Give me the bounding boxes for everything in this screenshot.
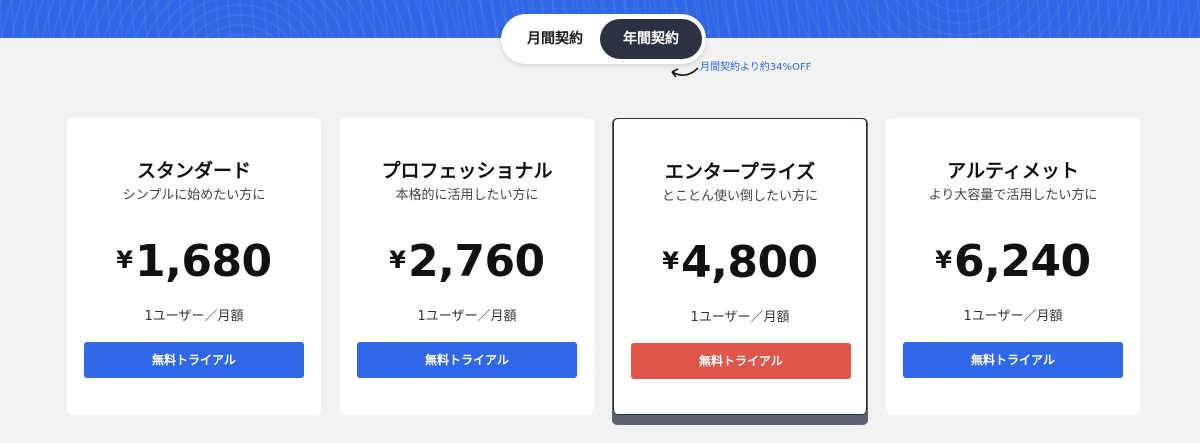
plan-card-enterprise: エンタープライズ とことん使い倒したい方に ¥4,800 1ユーザー／月額 無料… bbox=[613, 118, 867, 415]
plan-price: ¥6,240 bbox=[886, 236, 1140, 287]
price-unit: 1ユーザー／月額 bbox=[690, 310, 790, 325]
plan-description: 本格的に活用したい方に bbox=[395, 188, 539, 203]
toggle-yearly-option[interactable]: 年間契約 bbox=[600, 19, 702, 59]
plan-card-ultimate: アルティメット より大容量で活用したい方に ¥6,240 1ユーザー／月額 無料… bbox=[886, 118, 1140, 415]
price-unit: 1ユーザー／月額 bbox=[144, 309, 244, 324]
currency-symbol: ¥ bbox=[116, 246, 133, 274]
plan-description: シンプルに始めたい方に bbox=[122, 188, 266, 203]
plan-name: プロフェッショナル bbox=[381, 160, 553, 182]
plan-price: ¥4,800 bbox=[614, 237, 866, 288]
plan-description: とことん使い倒したい方に bbox=[661, 189, 818, 204]
plan-price: ¥1,680 bbox=[67, 236, 321, 287]
price-amount: 4,800 bbox=[681, 237, 818, 288]
price-amount: 1,680 bbox=[135, 236, 272, 287]
currency-symbol: ¥ bbox=[389, 246, 406, 274]
plan-card-standard: スタンダード シンプルに始めたい方に ¥1,680 1ユーザー／月額 無料トライ… bbox=[67, 118, 321, 415]
plan-name: エンタープライズ bbox=[664, 161, 816, 183]
free-trial-button[interactable]: 無料トライアル bbox=[631, 343, 851, 379]
discount-note: 月間契約より約34%OFF bbox=[700, 62, 812, 73]
curved-arrow-icon bbox=[671, 67, 699, 78]
price-unit: 1ユーザー／月額 bbox=[417, 309, 517, 324]
price-amount: 2,760 bbox=[408, 236, 545, 287]
toggle-monthly-option[interactable]: 月間契約 bbox=[507, 19, 603, 59]
free-trial-button[interactable]: 無料トライアル bbox=[903, 342, 1123, 378]
plan-card-professional: プロフェッショナル 本格的に活用したい方に ¥2,760 1ユーザー／月額 無料… bbox=[340, 118, 594, 415]
billing-toggle[interactable]: 月間契約 年間契約 bbox=[501, 14, 706, 64]
plan-name: スタンダード bbox=[136, 160, 251, 182]
free-trial-button[interactable]: 無料トライアル bbox=[357, 342, 577, 378]
plan-description: より大容量で活用したい方に bbox=[928, 188, 1098, 203]
plan-name: アルティメット bbox=[947, 160, 1079, 182]
currency-symbol: ¥ bbox=[662, 247, 679, 275]
price-unit: 1ユーザー／月額 bbox=[963, 309, 1063, 324]
free-trial-button[interactable]: 無料トライアル bbox=[84, 342, 304, 378]
plan-price: ¥2,760 bbox=[340, 236, 594, 287]
currency-symbol: ¥ bbox=[935, 246, 952, 274]
price-amount: 6,240 bbox=[954, 236, 1091, 287]
